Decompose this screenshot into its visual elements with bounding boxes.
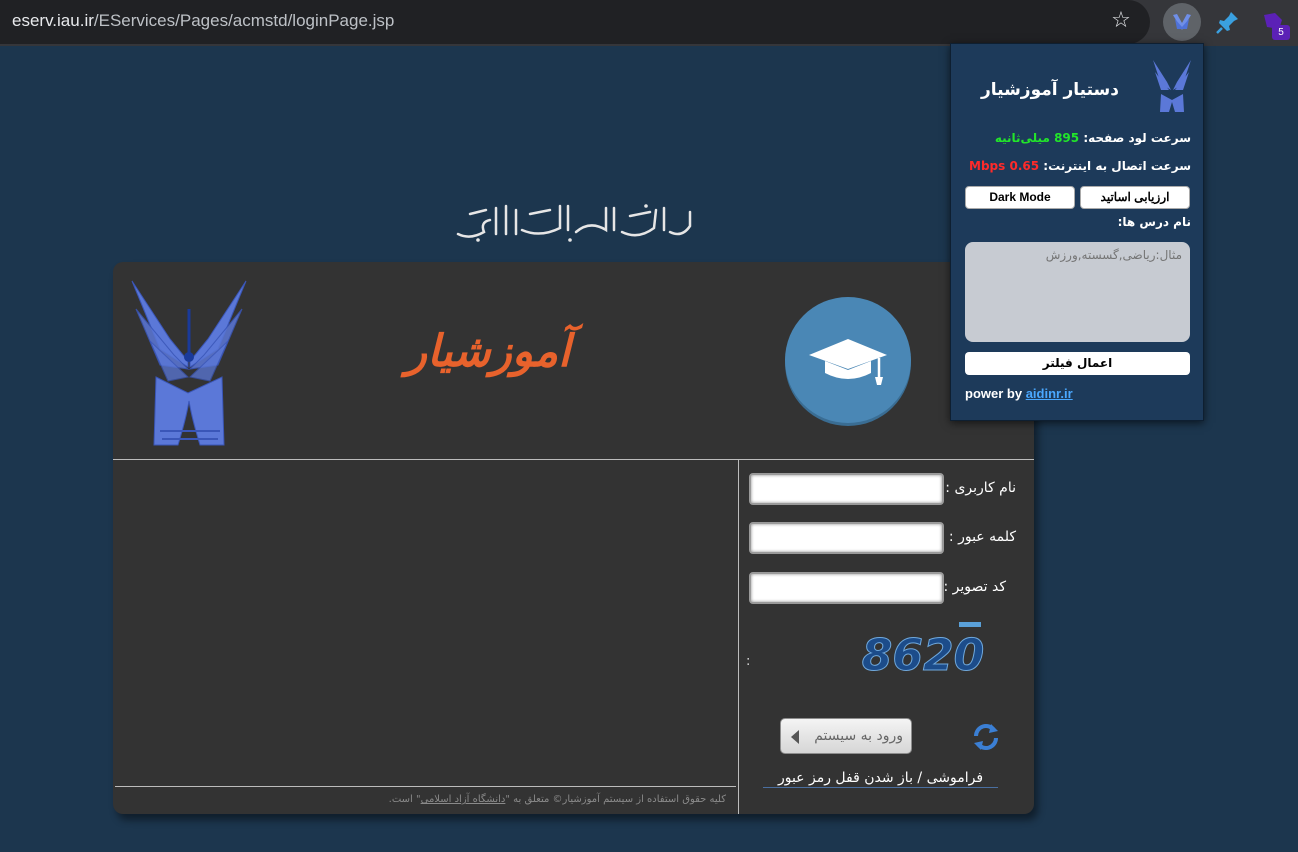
password-row: کلمه عبور : xyxy=(748,522,1028,554)
captcha-image: 8620 xyxy=(851,620,995,684)
login-button[interactable]: ورود به سیستم xyxy=(780,718,912,754)
login-button-label: ورود به سیستم xyxy=(814,728,903,744)
iau-extension-icon[interactable] xyxy=(1163,3,1201,41)
power-by-label: power by xyxy=(965,386,1023,401)
footer-divider xyxy=(115,786,736,787)
captcha-code: 8620 xyxy=(862,630,984,681)
username-input[interactable] xyxy=(749,473,944,505)
iau-logo xyxy=(130,269,248,449)
column-divider xyxy=(738,460,739,814)
popup-title: دستیار آموزشیار xyxy=(980,80,1119,100)
refresh-icon[interactable] xyxy=(971,720,1001,754)
forgot-password-link[interactable]: فراموشی / باز شدن قفل رمز عبور xyxy=(763,770,998,788)
arrow-left-icon xyxy=(791,730,799,744)
login-panel: آموزشیار نام کاربری : کلمه عبور : کد تصو… xyxy=(113,262,1034,814)
load-speed-label: سرعت لود صفحه: xyxy=(1083,131,1191,145)
url-path: /EServices/Pages/acmstd/loginPage.jsp xyxy=(93,11,395,30)
copyright-suffix: " است. xyxy=(388,794,421,805)
net-speed-stat: سرعت اتصال به اینترنت: 0.65 Mbps xyxy=(969,159,1191,173)
password-label: کلمه عبور : xyxy=(948,529,1016,545)
power-by: power by aidinr.ir xyxy=(965,386,1073,401)
copyright-prefix: کلیه حقوق استفاده از سیستم آموزشیار© متع… xyxy=(505,794,726,805)
extension-badge: 5 xyxy=(1272,25,1290,40)
bismillah-calligraphy xyxy=(450,200,695,244)
captcha-label: کد تصویر : xyxy=(943,579,1006,595)
apply-filter-button[interactable]: اعمال فیلتر xyxy=(965,352,1190,375)
pin-extension-icon[interactable] xyxy=(1209,3,1247,41)
iau-popup-logo xyxy=(1151,56,1193,114)
address-bar[interactable]: eserv.iau.ir/EServices/Pages/acmstd/logi… xyxy=(0,0,1150,44)
dark-mode-button[interactable]: Dark Mode xyxy=(965,186,1075,209)
captcha-input[interactable] xyxy=(749,572,944,604)
copyright-text: کلیه حقوق استفاده از سیستم آموزشیار© متع… xyxy=(121,794,726,805)
url-text[interactable]: eserv.iau.ir/EServices/Pages/acmstd/logi… xyxy=(12,11,394,31)
password-input[interactable] xyxy=(749,522,944,554)
username-label: نام کاربری : xyxy=(945,480,1016,496)
courses-label: نام درس ها: xyxy=(1117,215,1191,229)
username-row: نام کاربری : xyxy=(748,473,1028,505)
captcha-row: کد تصویر : xyxy=(748,572,1028,604)
evaluate-professors-button[interactable]: ارزیابی اساتید xyxy=(1080,186,1190,209)
net-speed-label: سرعت اتصال به اینترنت: xyxy=(1043,159,1191,173)
graduation-cap-icon xyxy=(785,297,911,423)
captcha-colon: : xyxy=(746,654,751,669)
load-speed-stat: سرعت لود صفحه: 895 میلی‌ثانیه xyxy=(995,131,1191,145)
url-host: eserv.iau.ir xyxy=(12,11,94,30)
assistant-popup: دستیار آموزشیار سرعت لود صفحه: 895 میلی‌… xyxy=(950,43,1204,421)
load-speed-value: 895 میلی‌ثانیه xyxy=(994,131,1080,145)
net-speed-value: 0.65 Mbps xyxy=(969,159,1040,173)
browser-toolbar: eserv.iau.ir/EServices/Pages/acmstd/logi… xyxy=(0,0,1298,46)
header-divider xyxy=(113,459,1034,460)
brand-title: آموزشیار xyxy=(405,326,571,377)
star-icon[interactable]: ☆ xyxy=(1108,8,1134,34)
courses-input[interactable] xyxy=(965,242,1190,342)
aidinr-link[interactable]: aidinr.ir xyxy=(1026,386,1073,401)
university-link[interactable]: دانشگاه آزاد اسلامی xyxy=(421,794,506,805)
